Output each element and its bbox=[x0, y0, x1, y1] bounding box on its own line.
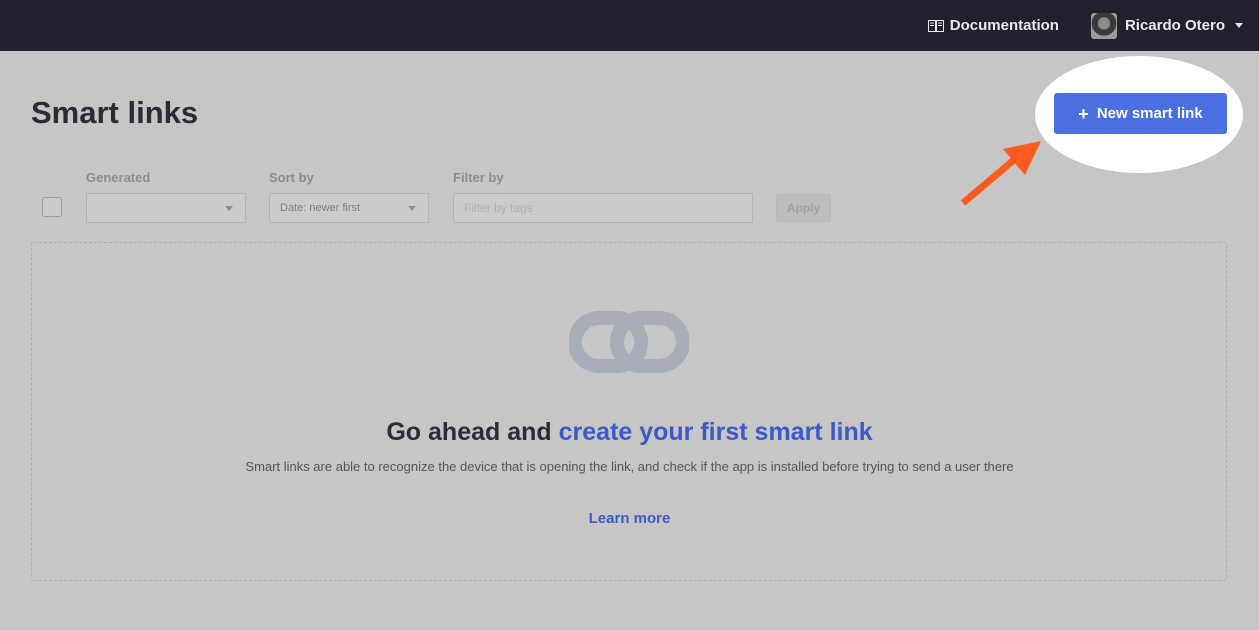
book-icon bbox=[927, 19, 944, 32]
apply-button[interactable]: Apply bbox=[776, 194, 831, 222]
learn-more-link[interactable]: Learn more bbox=[0, 510, 1259, 527]
annotation-arrow-icon bbox=[960, 141, 1041, 206]
link-chain-icon bbox=[569, 311, 689, 373]
generated-filter-label: Generated bbox=[86, 170, 151, 185]
chevron-down-icon bbox=[1235, 23, 1243, 28]
avatar bbox=[1090, 12, 1117, 39]
documentation-label: Documentation bbox=[949, 17, 1059, 34]
sort-by-value: Date: newer first bbox=[280, 202, 361, 214]
empty-state-headline: Go ahead and create your first smart lin… bbox=[0, 418, 1259, 447]
generated-select[interactable] bbox=[86, 193, 246, 223]
chevron-down-icon bbox=[225, 206, 233, 211]
top-navigation-bar: Documentation Ricardo Otero bbox=[0, 0, 1259, 51]
select-all-checkbox[interactable] bbox=[42, 197, 62, 217]
new-smart-link-button[interactable]: + New smart link bbox=[1054, 93, 1227, 134]
plus-icon: + bbox=[1078, 103, 1089, 124]
sort-by-select[interactable]: Date: newer first bbox=[269, 193, 429, 223]
create-first-smart-link-link[interactable]: create your first smart link bbox=[559, 418, 873, 446]
new-smart-link-label: New smart link bbox=[1096, 105, 1203, 122]
headline-prefix: Go ahead and bbox=[386, 418, 559, 446]
learn-more-label[interactable]: Learn more bbox=[589, 510, 671, 527]
sort-by-label: Sort by bbox=[269, 170, 314, 185]
documentation-link[interactable]: Documentation bbox=[927, 17, 1059, 34]
user-name: Ricardo Otero bbox=[1124, 17, 1225, 34]
empty-state-description: Smart links are able to recognize the de… bbox=[245, 459, 1014, 474]
page-title: Smart links bbox=[31, 95, 199, 130]
empty-state-container bbox=[31, 242, 1227, 581]
chevron-down-icon bbox=[408, 206, 416, 211]
filter-tags-input[interactable] bbox=[453, 193, 753, 223]
user-menu[interactable]: Ricardo Otero bbox=[1090, 12, 1243, 39]
filter-by-label: Filter by bbox=[453, 170, 504, 185]
